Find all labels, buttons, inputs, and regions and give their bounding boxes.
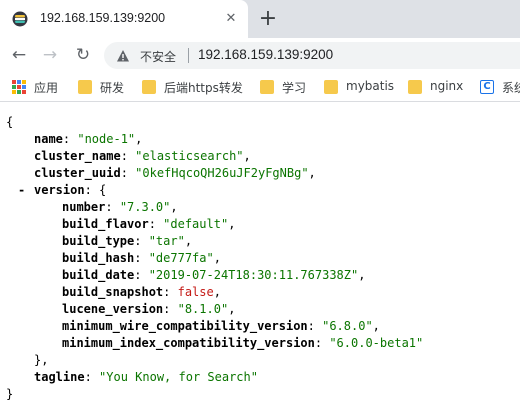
browser-tab[interactable]: 192.168.159.139:9200 ✕ (0, 0, 248, 38)
browser-toolbar: ← → ↻ 不安全 192.168.159.139:9200 (0, 38, 520, 72)
tab-strip: 192.168.159.139:9200 ✕ + (0, 0, 520, 38)
omnibox-divider (188, 48, 189, 63)
new-tab-button[interactable]: + (256, 7, 280, 31)
json-key: build_type (62, 234, 135, 248)
back-button[interactable]: ← (8, 44, 30, 66)
json-row-number: number: "7.3.0", (62, 200, 178, 214)
json-value: "0kefHqcoQH26uJF2yFgNBg" (135, 166, 309, 180)
reload-button[interactable]: ↻ (72, 44, 94, 66)
folder-icon (142, 80, 156, 94)
json-key: tagline (34, 370, 85, 384)
json-close-brace: } (6, 387, 14, 401)
forward-button[interactable]: → (39, 44, 61, 66)
json-row-build-snapshot: build_snapshot: false, (62, 285, 221, 299)
json-key: cluster_uuid (34, 166, 121, 180)
json-row-name: name: "node-1", (34, 132, 143, 146)
insecure-label[interactable]: 不安全 (140, 48, 176, 65)
json-key: build_snapshot (62, 285, 164, 299)
bookmark-label: 后端https转发 (164, 81, 243, 95)
elasticsearch-favicon-icon (12, 11, 28, 27)
json-version-close: }, (34, 353, 49, 367)
c-bookmark-icon: C (480, 80, 494, 94)
folder-icon (260, 80, 274, 94)
json-row-build-hash: build_hash: "de777fa", (62, 251, 221, 265)
json-row-cluster-uuid: cluster_uuid: "0kefHqcoQH26uJF2yFgNBg", (34, 166, 316, 180)
json-value: "node-1" (77, 132, 136, 146)
json-row-build-type: build_type: "tar", (62, 234, 193, 248)
json-value: "2019-07-24T18:30:11.767338Z" (148, 268, 359, 282)
tab-close-icon[interactable]: ✕ (222, 10, 240, 28)
json-row-min-wire: minimum_wire_compatibility_version: "6.8… (62, 319, 380, 333)
json-open-brace: { (6, 115, 14, 129)
bookmark-label: 系统 (502, 81, 520, 95)
json-row-tagline: tagline: "You Know, for Search" (34, 370, 258, 384)
folder-icon (324, 80, 338, 94)
json-key: minimum_index_compatibility_version (62, 336, 315, 350)
json-key: lucene_version (62, 302, 164, 316)
bookmark-label: 研发 (100, 81, 125, 95)
json-row-build-flavor: build_flavor: "default", (62, 217, 236, 231)
bookmark-label: nginx (430, 79, 464, 93)
json-row-version: version: { (34, 183, 107, 197)
json-value: "7.3.0" (119, 200, 171, 214)
apps-grid-icon (12, 80, 26, 94)
folder-icon (408, 80, 422, 94)
json-key: name (34, 132, 63, 146)
warning-icon[interactable] (116, 49, 130, 63)
json-value: "de777fa" (148, 251, 214, 265)
json-key: build_hash (62, 251, 135, 265)
bookmark-label: 学习 (282, 81, 307, 95)
json-row-build-date: build_date: "2019-07-24T18:30:11.767338Z… (62, 268, 366, 282)
json-key: number (62, 200, 106, 214)
json-value: "tar" (148, 234, 185, 248)
json-key: build_date (62, 268, 135, 282)
json-value: "6.8.0" (322, 319, 373, 333)
json-key: cluster_name (34, 149, 121, 163)
json-key: build_flavor (62, 217, 149, 231)
folder-icon (78, 80, 92, 94)
url-text[interactable]: 192.168.159.139:9200 (198, 47, 333, 62)
collapse-toggle[interactable]: - (18, 182, 25, 199)
json-key: version (34, 183, 85, 197)
json-row-cluster-name: cluster_name: "elasticsearch", (34, 149, 251, 163)
json-row-min-index: minimum_index_compatibility_version: "6.… (62, 336, 424, 350)
json-row-lucene-version: lucene_version: "8.1.0", (62, 302, 236, 316)
json-value: "elasticsearch" (135, 149, 244, 163)
address-bar[interactable]: 不安全 192.168.159.139:9200 (104, 42, 520, 69)
tab-title: 192.168.159.139:9200 (40, 11, 166, 25)
json-value: false (177, 285, 214, 299)
json-value: "8.1.0" (177, 302, 229, 316)
bookmarks-bar: 应用 研发 后端https转发 学习 mybatis nginx C 系统 (0, 72, 520, 102)
json-value: "You Know, for Search" (99, 370, 258, 384)
bookmark-label: 应用 (34, 81, 59, 95)
json-key: minimum_wire_compatibility_version (62, 319, 308, 333)
json-brace: { (99, 183, 107, 197)
json-value: "6.0.0-beta1" (329, 336, 424, 350)
json-value: "default" (163, 217, 229, 231)
bookmark-label: mybatis (346, 79, 395, 93)
json-viewer: { name: "node-1", cluster_name: "elastic… (0, 103, 520, 402)
